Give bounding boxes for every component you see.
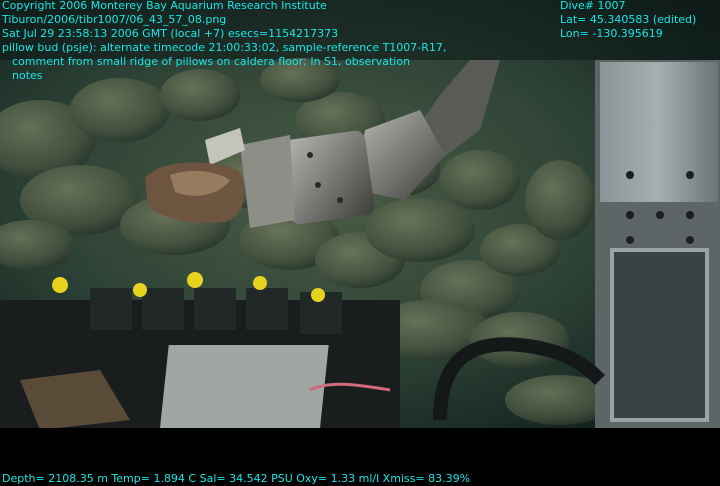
copyright-text: Copyright 2006 Monterey Bay Aquarium Res…: [2, 0, 327, 12]
vehicle-frame-right: [595, 60, 720, 430]
annotation-line-3: notes: [12, 69, 43, 82]
annotation-line-1: pillow bud (psje): alternate timecode 21…: [2, 41, 447, 54]
telemetry-readout: Depth= 2108.35 m Temp= 1.894 C Sal= 34.5…: [2, 472, 471, 485]
overlay-metadata-left: Copyright 2006 Monterey Bay Aquarium Res…: [2, 0, 446, 83]
longitude-text: Lon= -130.395619: [560, 27, 663, 40]
pillow-bud-sample: [145, 162, 245, 223]
video-frame: Copyright 2006 Monterey Bay Aquarium Res…: [0, 0, 720, 486]
overlay-metadata-right: Dive# 1007 Lat= 45.340583 (edited) Lon= …: [560, 0, 696, 41]
file-path-text: Tiburon/2006/tibr1007/06_43_57_08.png: [2, 13, 227, 26]
latitude-text: Lat= 45.340583 (edited): [560, 13, 697, 26]
datetime-text: Sat Jul 29 23:58:13 2006 GMT (local +7) …: [2, 27, 339, 40]
dive-number-text: Dive# 1007: [560, 0, 626, 12]
annotation-line-2: comment from small ridge of pillows on c…: [12, 55, 411, 68]
